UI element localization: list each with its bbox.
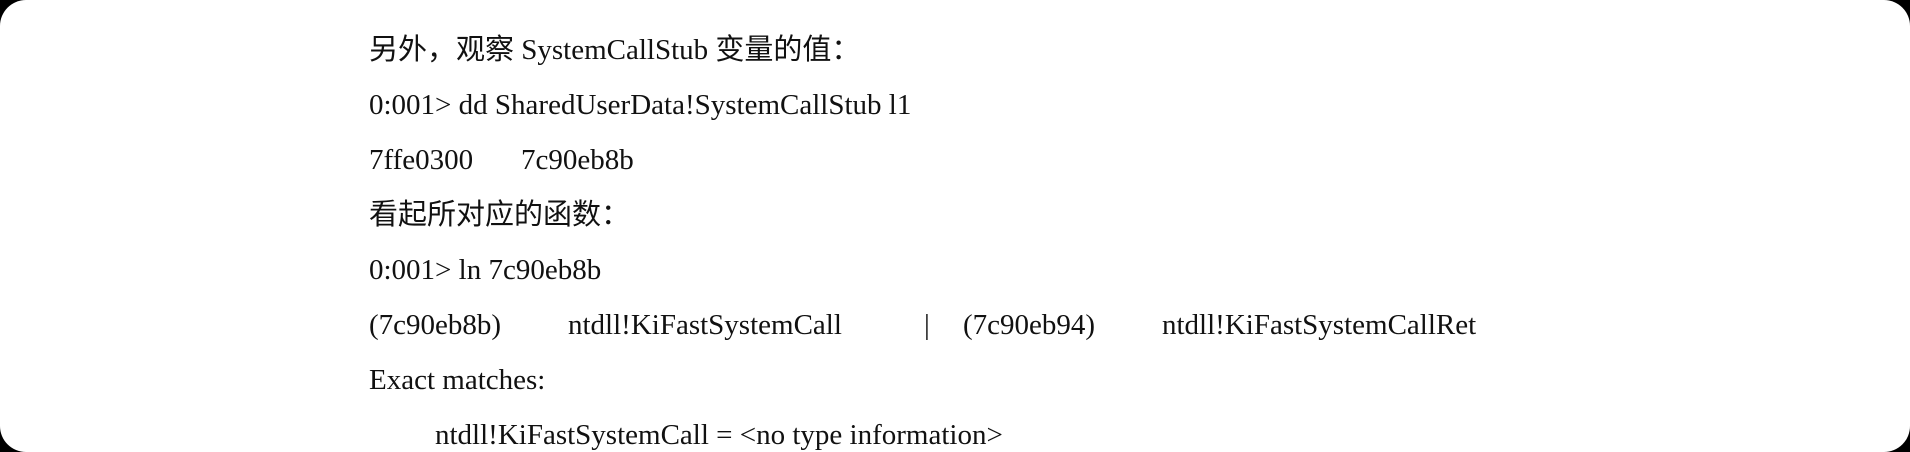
ln-symbol-2: ntdll!KiFastSystemCallRet (1162, 309, 1477, 341)
dd-command-text: 0:001> dd SharedUserData!SystemCallStub … (369, 89, 912, 121)
function-intro-text: 看起所对应的函数： (369, 199, 631, 231)
intro-line: 另外，观察 SystemCallStub 变量的值： (369, 34, 860, 66)
dump-value: 7c90eb8b (521, 144, 634, 176)
document-page: 另外，观察 SystemCallStub 变量的值： 0:001> dd Sha… (0, 0, 1910, 452)
intro-text: 另外，观察 SystemCallStub 变量的值： (369, 34, 861, 66)
ln-output-line: (7c90eb8b) ntdll!KiFastSystemCall | (7c9… (369, 309, 1476, 341)
ln-command-line: 0:001> ln 7c90eb8b (369, 254, 601, 286)
function-intro-line: 看起所对应的函数： (369, 199, 630, 231)
dump-output-line: 7ffe0300 7c90eb8b (369, 144, 634, 176)
ln-command-text: 0:001> ln 7c90eb8b (369, 254, 602, 286)
ln-address-1: (7c90eb8b) (369, 309, 502, 341)
ln-separator: | (924, 309, 930, 341)
dd-command-line: 0:001> dd SharedUserData!SystemCallStub … (369, 89, 911, 121)
ln-symbol-1: ntdll!KiFastSystemCall (568, 309, 842, 341)
match-result-line: ntdll!KiFastSystemCall = <no type inform… (369, 419, 1003, 451)
match-result-text: ntdll!KiFastSystemCall = <no type inform… (435, 419, 1003, 451)
ln-address-2: (7c90eb94) (963, 309, 1096, 341)
exact-matches-label: Exact matches: (369, 364, 546, 396)
exact-matches-line: Exact matches: (369, 364, 545, 396)
dump-address: 7ffe0300 (369, 144, 474, 176)
